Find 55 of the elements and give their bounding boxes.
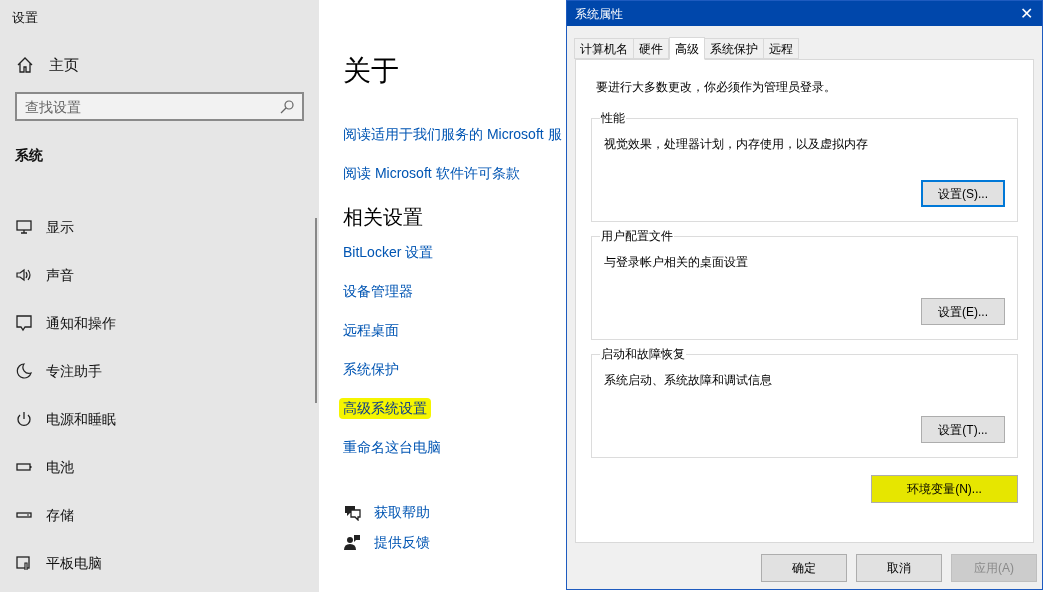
settings-button[interactable]: 设置(S)... [921,180,1005,207]
window-title: 设置 [11,9,39,27]
nav-item[interactable]: 平板电脑 [0,539,319,587]
tab[interactable]: 远程 [763,38,799,59]
moon-icon [15,362,33,380]
nav-item[interactable]: 存储 [0,491,319,539]
environment-variables-button[interactable]: 环境变量(N)... [871,475,1018,503]
link[interactable]: 远程桌面 [343,320,399,341]
speech-bubble-icon [15,314,33,332]
search-icon [280,100,294,114]
nav-item[interactable]: 通知和操作 [0,299,319,347]
group-description: 与登录帐户相关的桌面设置 [604,254,749,271]
settings-button[interactable]: 设置(T)... [921,416,1005,443]
dialog-button[interactable]: 取消 [856,554,942,582]
nav-item[interactable]: 声音 [0,251,319,299]
monitor-icon [15,218,33,236]
section-heading: 相关设置 [343,205,423,230]
settings-button[interactable]: 设置(E)... [921,298,1005,325]
power-icon [15,410,33,428]
home-icon [16,56,34,74]
nav-item[interactable]: 电池 [0,443,319,491]
dialog-title: 系统属性 [575,5,623,23]
nav-item[interactable]: 显示 [0,203,319,251]
group-description: 视觉效果，处理器计划，内存使用，以及虚拟内存 [604,136,869,153]
page-title: 关于 [343,54,399,88]
scrollbar[interactable] [315,218,317,403]
link[interactable]: 高级系统设置 [339,398,431,419]
tablet-icon [15,554,33,572]
link[interactable]: 设备管理器 [343,281,413,302]
tab[interactable]: 系统保护 [704,38,764,59]
person-icon [343,533,361,551]
section-heading: 系统 [14,146,44,165]
home-nav-item[interactable]: 主页 [0,40,319,90]
tab[interactable]: 硬件 [633,38,669,59]
group-title: 性能 [600,110,626,126]
link[interactable]: 阅读 Microsoft 软件许可条款 [343,163,520,184]
group-title: 用户配置文件 [600,228,674,244]
tab[interactable]: 计算机名 [574,38,634,59]
tab[interactable]: 高级 [669,37,705,60]
link[interactable]: BitLocker 设置 [343,242,434,263]
search-field[interactable]: 查找设置 [15,92,304,121]
link[interactable]: 重命名这台电脑 [343,437,441,458]
group-description: 系统启动、系统故障和调试信息 [604,372,773,389]
speaker-icon [15,266,33,284]
dialog-button[interactable]: 确定 [761,554,847,582]
nav-item[interactable]: 电源和睡眠 [0,395,319,443]
nav-item[interactable]: 专注助手 [0,347,319,395]
close-button[interactable]: ✕ [1010,1,1042,26]
link[interactable]: 获取帮助 [374,501,430,523]
link[interactable]: 阅读适用于我们服务的 Microsoft 服 [343,124,562,145]
help-icon [343,503,361,521]
link[interactable]: 提供反馈 [374,531,430,553]
admin-note: 要进行大多数更改，你必须作为管理员登录。 [596,79,837,96]
link[interactable]: 系统保护 [343,359,399,380]
group-title: 启动和故障恢复 [600,346,686,362]
